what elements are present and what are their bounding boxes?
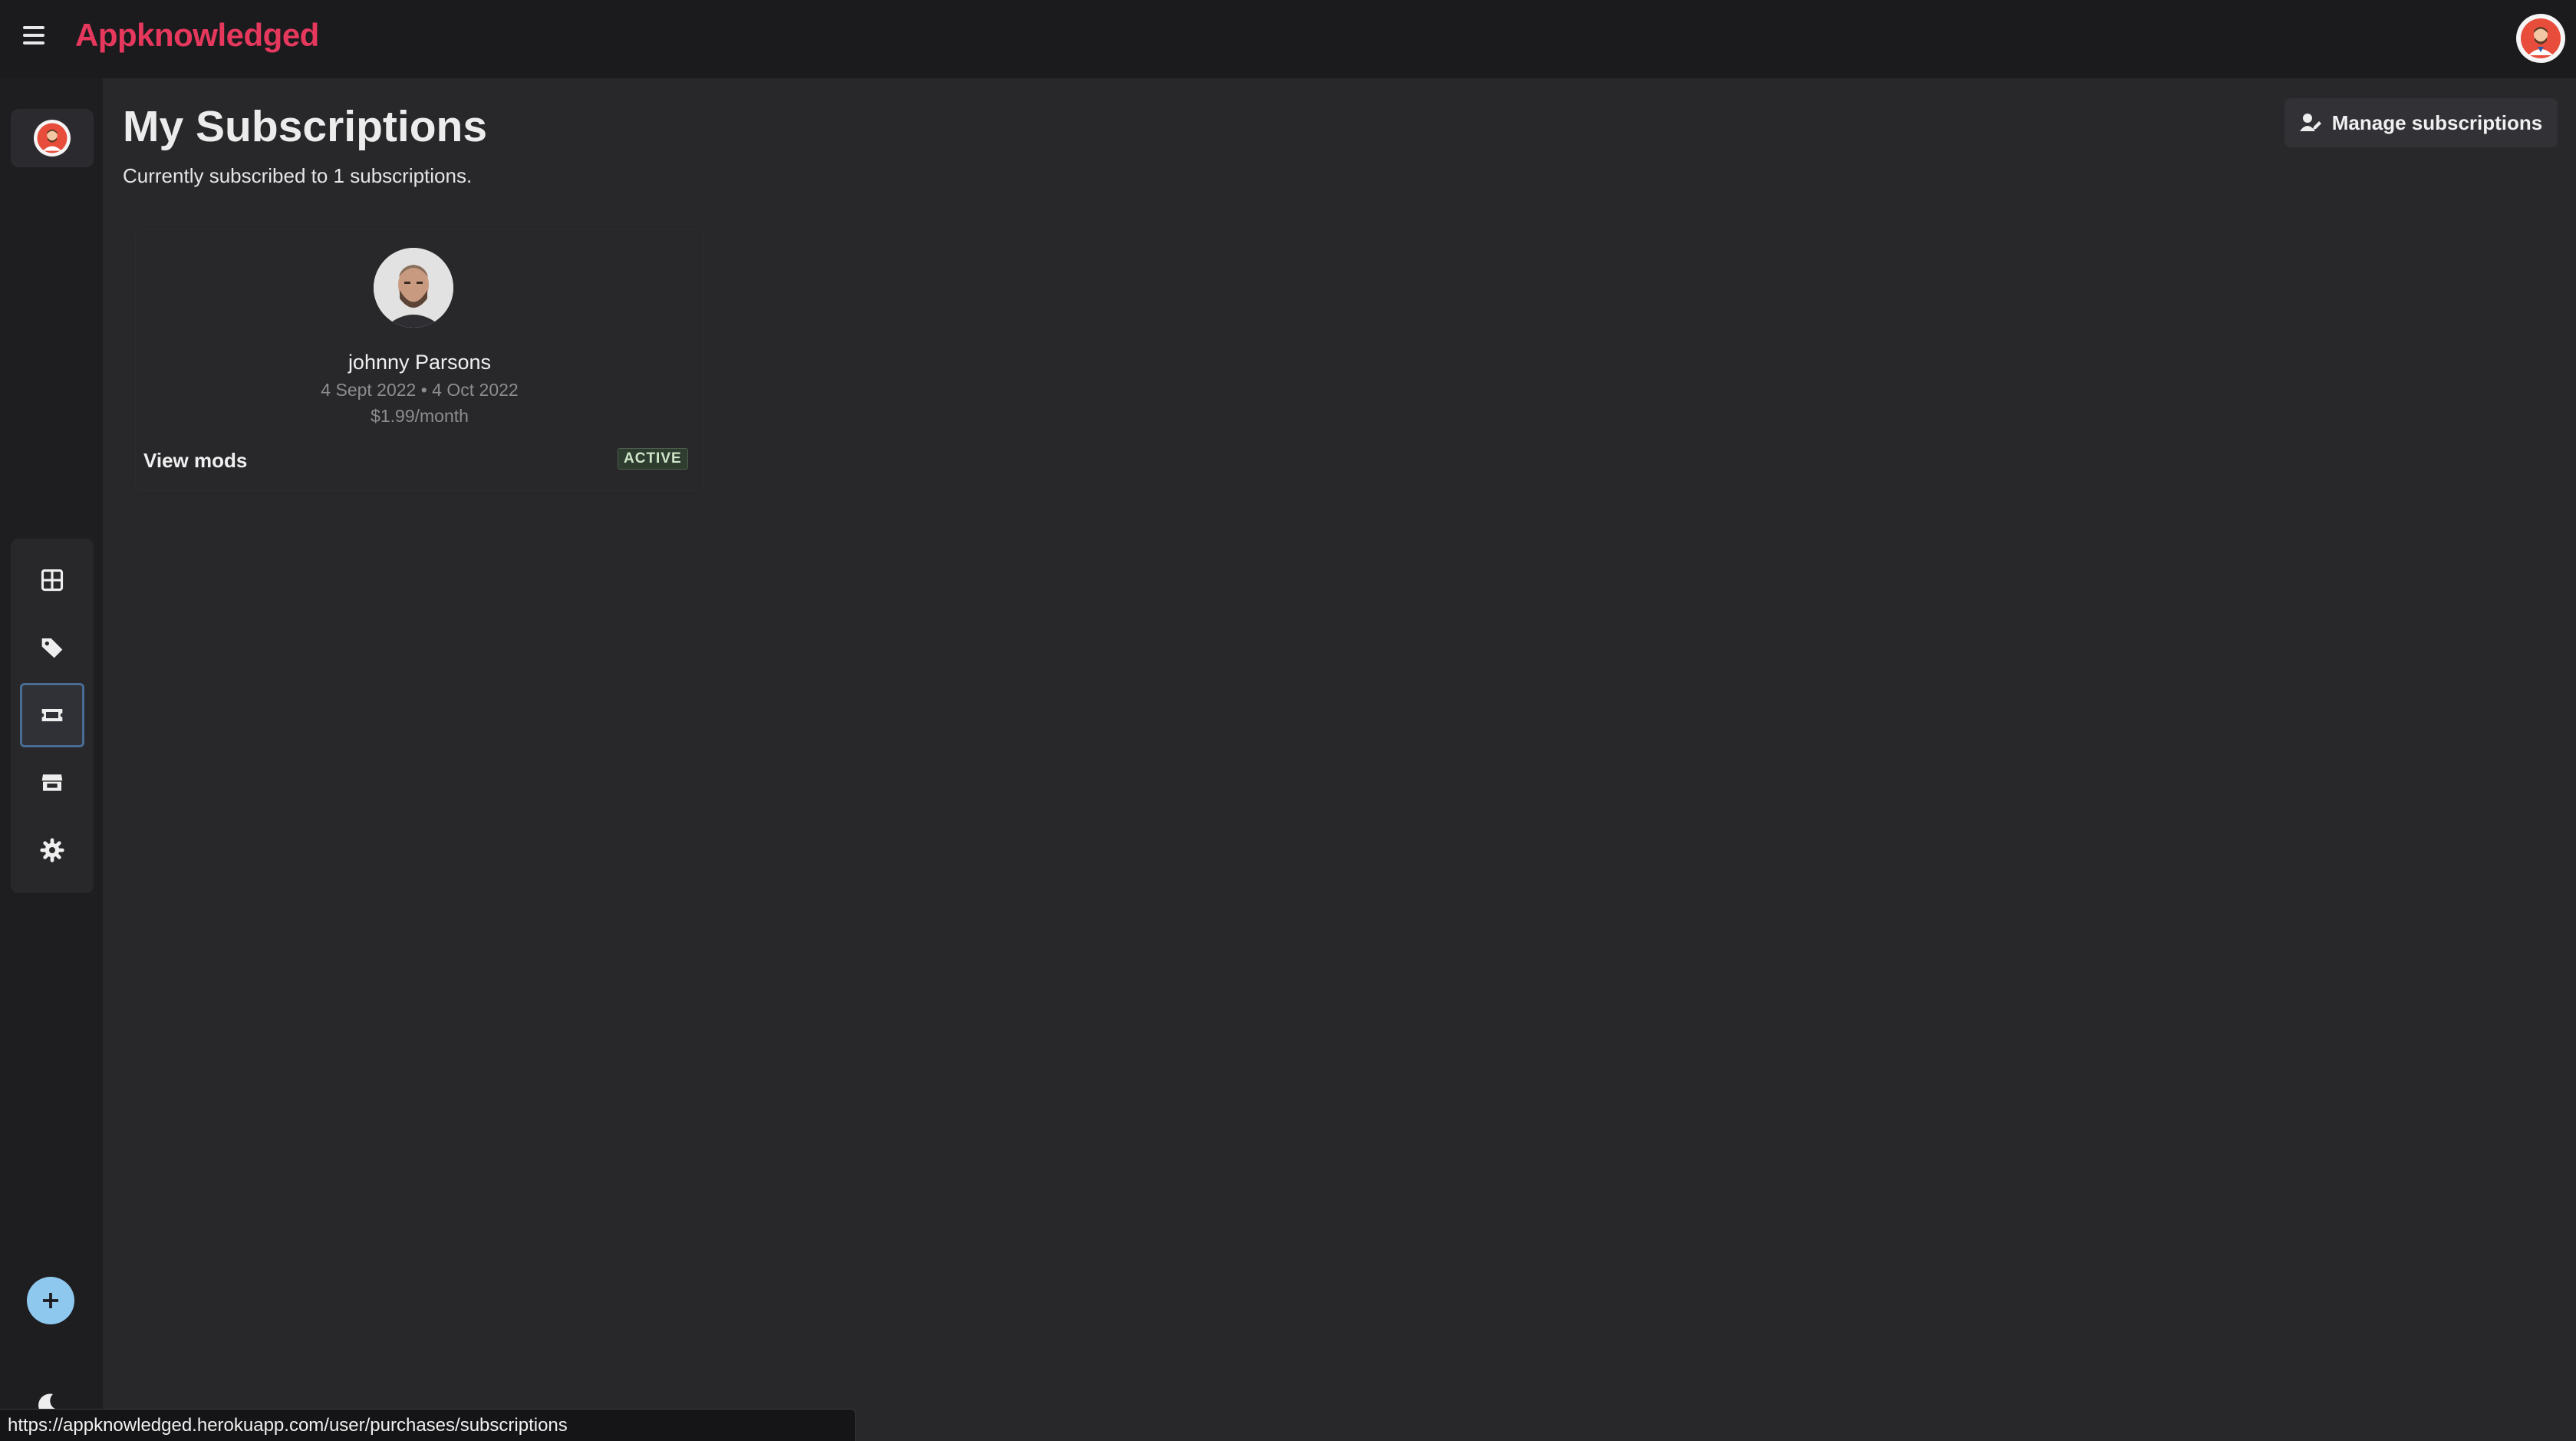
sidebar-profile-button[interactable] bbox=[11, 109, 94, 167]
creator-avatar bbox=[374, 248, 453, 328]
top-bar: Appknowledged bbox=[0, 0, 2576, 78]
sidebar-item-settings[interactable] bbox=[20, 818, 84, 882]
add-button[interactable] bbox=[27, 1277, 74, 1324]
subscription-price: $1.99/month bbox=[371, 406, 469, 426]
sidebar bbox=[0, 78, 103, 1441]
view-mods-link[interactable]: View mods bbox=[143, 449, 247, 473]
plus-icon bbox=[43, 1293, 58, 1308]
sidebar-item-store[interactable] bbox=[20, 750, 84, 815]
subscription-card: johnny Parsons 4 Sept 2022 • 4 Oct 2022 … bbox=[135, 229, 704, 491]
grid-icon bbox=[41, 569, 64, 592]
ticket-icon bbox=[41, 709, 63, 721]
manage-subscriptions-button[interactable]: Manage subscriptions bbox=[2284, 98, 2558, 147]
page-title: My Subscriptions bbox=[123, 102, 488, 151]
hamburger-icon[interactable] bbox=[23, 26, 44, 46]
manage-subscriptions-label: Manage subscriptions bbox=[2331, 110, 2543, 134]
sidebar-item-tags[interactable] bbox=[20, 615, 84, 680]
sidebar-item-subscriptions[interactable] bbox=[20, 683, 84, 747]
user-edit-icon bbox=[2299, 114, 2321, 131]
creator-name[interactable]: johnny Parsons bbox=[136, 351, 703, 374]
status-url-bar: https://appknowledged.herokuapp.com/user… bbox=[0, 1409, 856, 1441]
profile-avatar-icon bbox=[34, 120, 71, 157]
subscription-dates: 4 Sept 2022 • 4 Oct 2022 bbox=[321, 380, 519, 400]
storefront-icon bbox=[41, 774, 63, 791]
page-subtitle: Currently subscribed to 1 subscriptions. bbox=[123, 164, 473, 187]
gear-icon bbox=[40, 838, 64, 862]
status-badge: ACTIVE bbox=[618, 448, 688, 470]
user-avatar-icon[interactable] bbox=[2516, 14, 2565, 63]
brand-logo[interactable]: Appknowledged bbox=[75, 17, 319, 54]
sidebar-nav bbox=[11, 539, 94, 893]
tag-icon bbox=[41, 638, 63, 658]
sidebar-item-dashboard[interactable] bbox=[20, 548, 84, 612]
